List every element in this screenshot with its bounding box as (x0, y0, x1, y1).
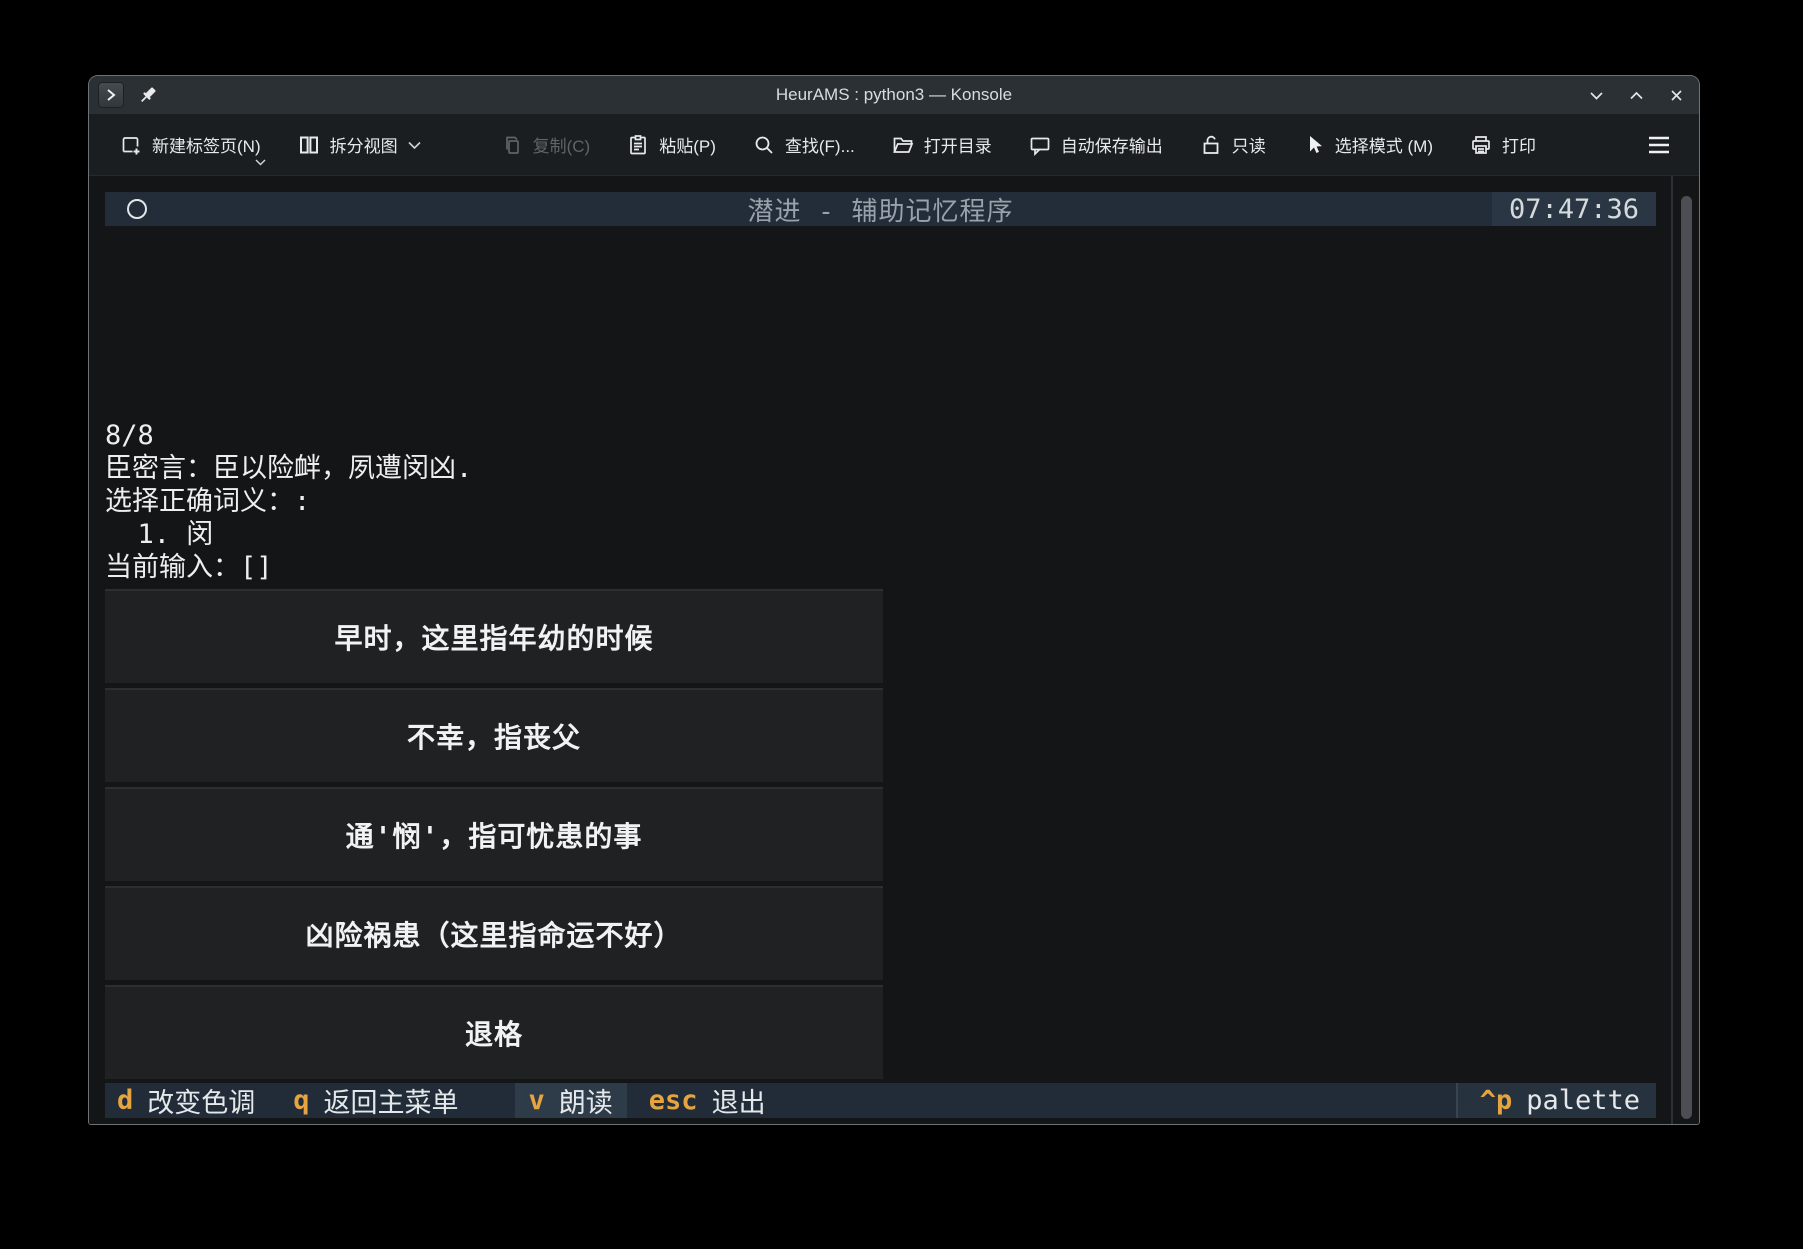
backspace-option-button[interactable]: 退格 (105, 985, 883, 1079)
titlebar: HeurAMS : python3 — Konsole (89, 76, 1699, 114)
clock-display: 07:47:36 (1492, 192, 1656, 226)
close-button[interactable] (1667, 86, 1685, 104)
split-view-icon (297, 133, 321, 157)
split-view-label: 拆分视图 (330, 132, 398, 157)
shortcut-key: d (117, 1085, 133, 1116)
shortcut-label: 退出 (712, 1081, 766, 1120)
printer-icon (1469, 133, 1493, 157)
read-only-button[interactable]: 只读 (1199, 132, 1266, 157)
shortcut-key: ^p (1480, 1085, 1513, 1116)
word-item: 1. 闵 (105, 518, 472, 551)
tab-indicator-button[interactable] (98, 82, 124, 108)
new-tab-button[interactable]: 新建标签页(N) (119, 132, 261, 157)
scrollbar-thumb[interactable] (1681, 196, 1692, 1119)
minimize-button[interactable] (1587, 86, 1605, 104)
shortcut-read-aloud[interactable]: v 朗读 (515, 1083, 627, 1118)
sentence-line: 臣密言：臣以险衅，夙遭闵凶. (105, 452, 472, 485)
shortcut-label: 返回主菜单 (324, 1081, 459, 1120)
shortcut-label: palette (1526, 1085, 1640, 1116)
shortcut-key: v (529, 1085, 545, 1116)
shortcut-key: esc (649, 1085, 698, 1116)
chevron-right-icon (103, 87, 119, 103)
shortcut-key: q (293, 1085, 309, 1116)
window-title: HeurAMS : python3 — Konsole (89, 85, 1699, 105)
tui-footer-bar: d 改变色调 q 返回主菜单 v 朗读 esc 退出 ^p palette (105, 1083, 1656, 1118)
option-button-4[interactable]: 凶险祸患（这里指命运不好） (105, 886, 883, 980)
open-directory-label: 打开目录 (924, 132, 992, 157)
copy-button[interactable]: 复制(C) (500, 132, 591, 157)
terminal-area[interactable]: 潜进 - 辅助记忆程序 07:47:36 8/8 臣密言：臣以险衅，夙遭闵凶. … (89, 176, 1699, 1124)
new-tab-label: 新建标签页(N) (152, 132, 261, 157)
paste-button[interactable]: 粘贴(P) (626, 132, 716, 157)
shortcut-palette[interactable]: ^p palette (1458, 1083, 1656, 1118)
pin-icon (136, 83, 160, 107)
maximize-button[interactable] (1627, 86, 1645, 104)
open-directory-button[interactable]: 打开目录 (891, 132, 992, 157)
select-mode-label: 选择模式 (M) (1335, 132, 1433, 157)
lock-open-icon (1199, 133, 1223, 157)
answer-options: 早时，这里指年幼的时候 不幸，指丧父 通'悯'，指可忧患的事 凶险祸患（这里指命… (105, 589, 883, 1084)
shortcut-label: 朗读 (559, 1081, 613, 1120)
toolbar: 新建标签页(N) 拆分视图 复制(C) (89, 114, 1699, 176)
chevron-up-icon (1628, 87, 1645, 104)
autosave-output-label: 自动保存输出 (1061, 132, 1163, 157)
option-button-1[interactable]: 早时，这里指年幼的时候 (105, 589, 883, 683)
dropdown-chevron-icon (254, 158, 267, 167)
new-tab-icon (119, 133, 143, 157)
open-folder-icon (891, 133, 915, 157)
search-icon (752, 133, 776, 157)
paste-label: 粘贴(P) (659, 132, 716, 157)
read-only-label: 只读 (1232, 132, 1266, 157)
scrollbar-track[interactable] (1671, 176, 1673, 1124)
find-label: 查找(F)... (785, 132, 855, 157)
find-button[interactable]: 查找(F)... (752, 132, 855, 157)
prompt-line: 选择正确词义：: (105, 485, 472, 518)
hamburger-icon (1645, 132, 1673, 158)
current-input-line: 当前输入：[] (105, 551, 472, 584)
autosave-output-button[interactable]: 自动保存输出 (1028, 132, 1163, 157)
print-button[interactable]: 打印 (1469, 132, 1536, 157)
chevron-down-icon (1588, 87, 1605, 104)
print-label: 打印 (1502, 132, 1536, 157)
split-view-button[interactable]: 拆分视图 (297, 132, 422, 157)
shortcut-main-menu[interactable]: q 返回主菜单 (293, 1081, 458, 1120)
tui-header-bar: 潜进 - 辅助记忆程序 07:47:36 (105, 192, 1656, 226)
chevron-down-icon (407, 140, 422, 150)
shortcut-change-theme[interactable]: d 改变色调 (117, 1081, 255, 1120)
paste-icon (626, 133, 650, 157)
konsole-window: HeurAMS : python3 — Konsole (88, 75, 1700, 1125)
pin-button[interactable] (136, 83, 160, 107)
close-icon (1668, 87, 1685, 104)
option-button-2[interactable]: 不幸，指丧父 (105, 688, 883, 782)
shortcut-label: 改变色调 (147, 1081, 255, 1120)
option-button-3[interactable]: 通'悯'，指可忧患的事 (105, 787, 883, 881)
copy-icon (500, 133, 524, 157)
output-bubble-icon (1028, 133, 1052, 157)
cursor-icon (1302, 133, 1326, 157)
copy-label: 复制(C) (533, 132, 591, 157)
progress-counter: 8/8 (105, 419, 472, 452)
question-block: 8/8 臣密言：臣以险衅，夙遭闵凶. 选择正确词义：: 1. 闵 当前输入：[] (105, 419, 472, 584)
menu-button[interactable] (1645, 132, 1673, 158)
select-mode-button[interactable]: 选择模式 (M) (1302, 132, 1433, 157)
tui-app-title: 潜进 - 辅助记忆程序 (105, 191, 1656, 228)
shortcut-exit[interactable]: esc 退出 (649, 1081, 766, 1120)
